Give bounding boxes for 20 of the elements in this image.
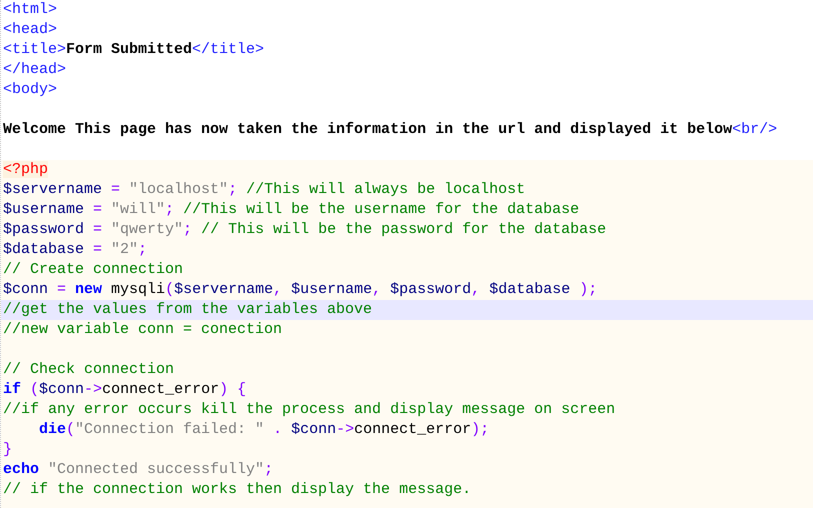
code-line: } <box>2 440 14 460</box>
code-line: </head> <box>2 60 68 80</box>
code-line: $servername = "localhost"; //This will always be localhost <box>2 180 526 200</box>
code-line: die("Connection failed: " . $conn->connect_error); <box>38 420 490 440</box>
code-line: //if any error occurs kill the process and display message on screen <box>2 400 616 420</box>
code-line: <html> <box>2 0 58 20</box>
code-line: <title>Form Submitted</title> <box>2 40 266 60</box>
code-line: echo "Connected successfully"; <box>2 460 274 480</box>
code-line: $conn = new mysqli($servername, $username, $password, $database ); <box>2 280 598 300</box>
code-line: Welcome This page has now taken the information in the url and displayed it below<br/> <box>2 120 778 140</box>
code-line: // Create connection <box>2 260 184 280</box>
code-line: <head> <box>2 20 58 40</box>
code-line: $password = "qwerty"; // This will be the password for the database <box>2 220 608 240</box>
code-line: $database = "2"; <box>2 240 148 260</box>
code-line: <body> <box>2 80 58 100</box>
code-line: $username = "will"; //This will be the username for the database <box>2 200 580 220</box>
code-line: if ($conn->connect_error) { <box>2 380 248 400</box>
code-line: // Check connection <box>2 360 176 380</box>
code-line: // if the connection works then display the message. <box>2 480 472 500</box>
code-line: //new variable conn = conection <box>2 320 284 340</box>
